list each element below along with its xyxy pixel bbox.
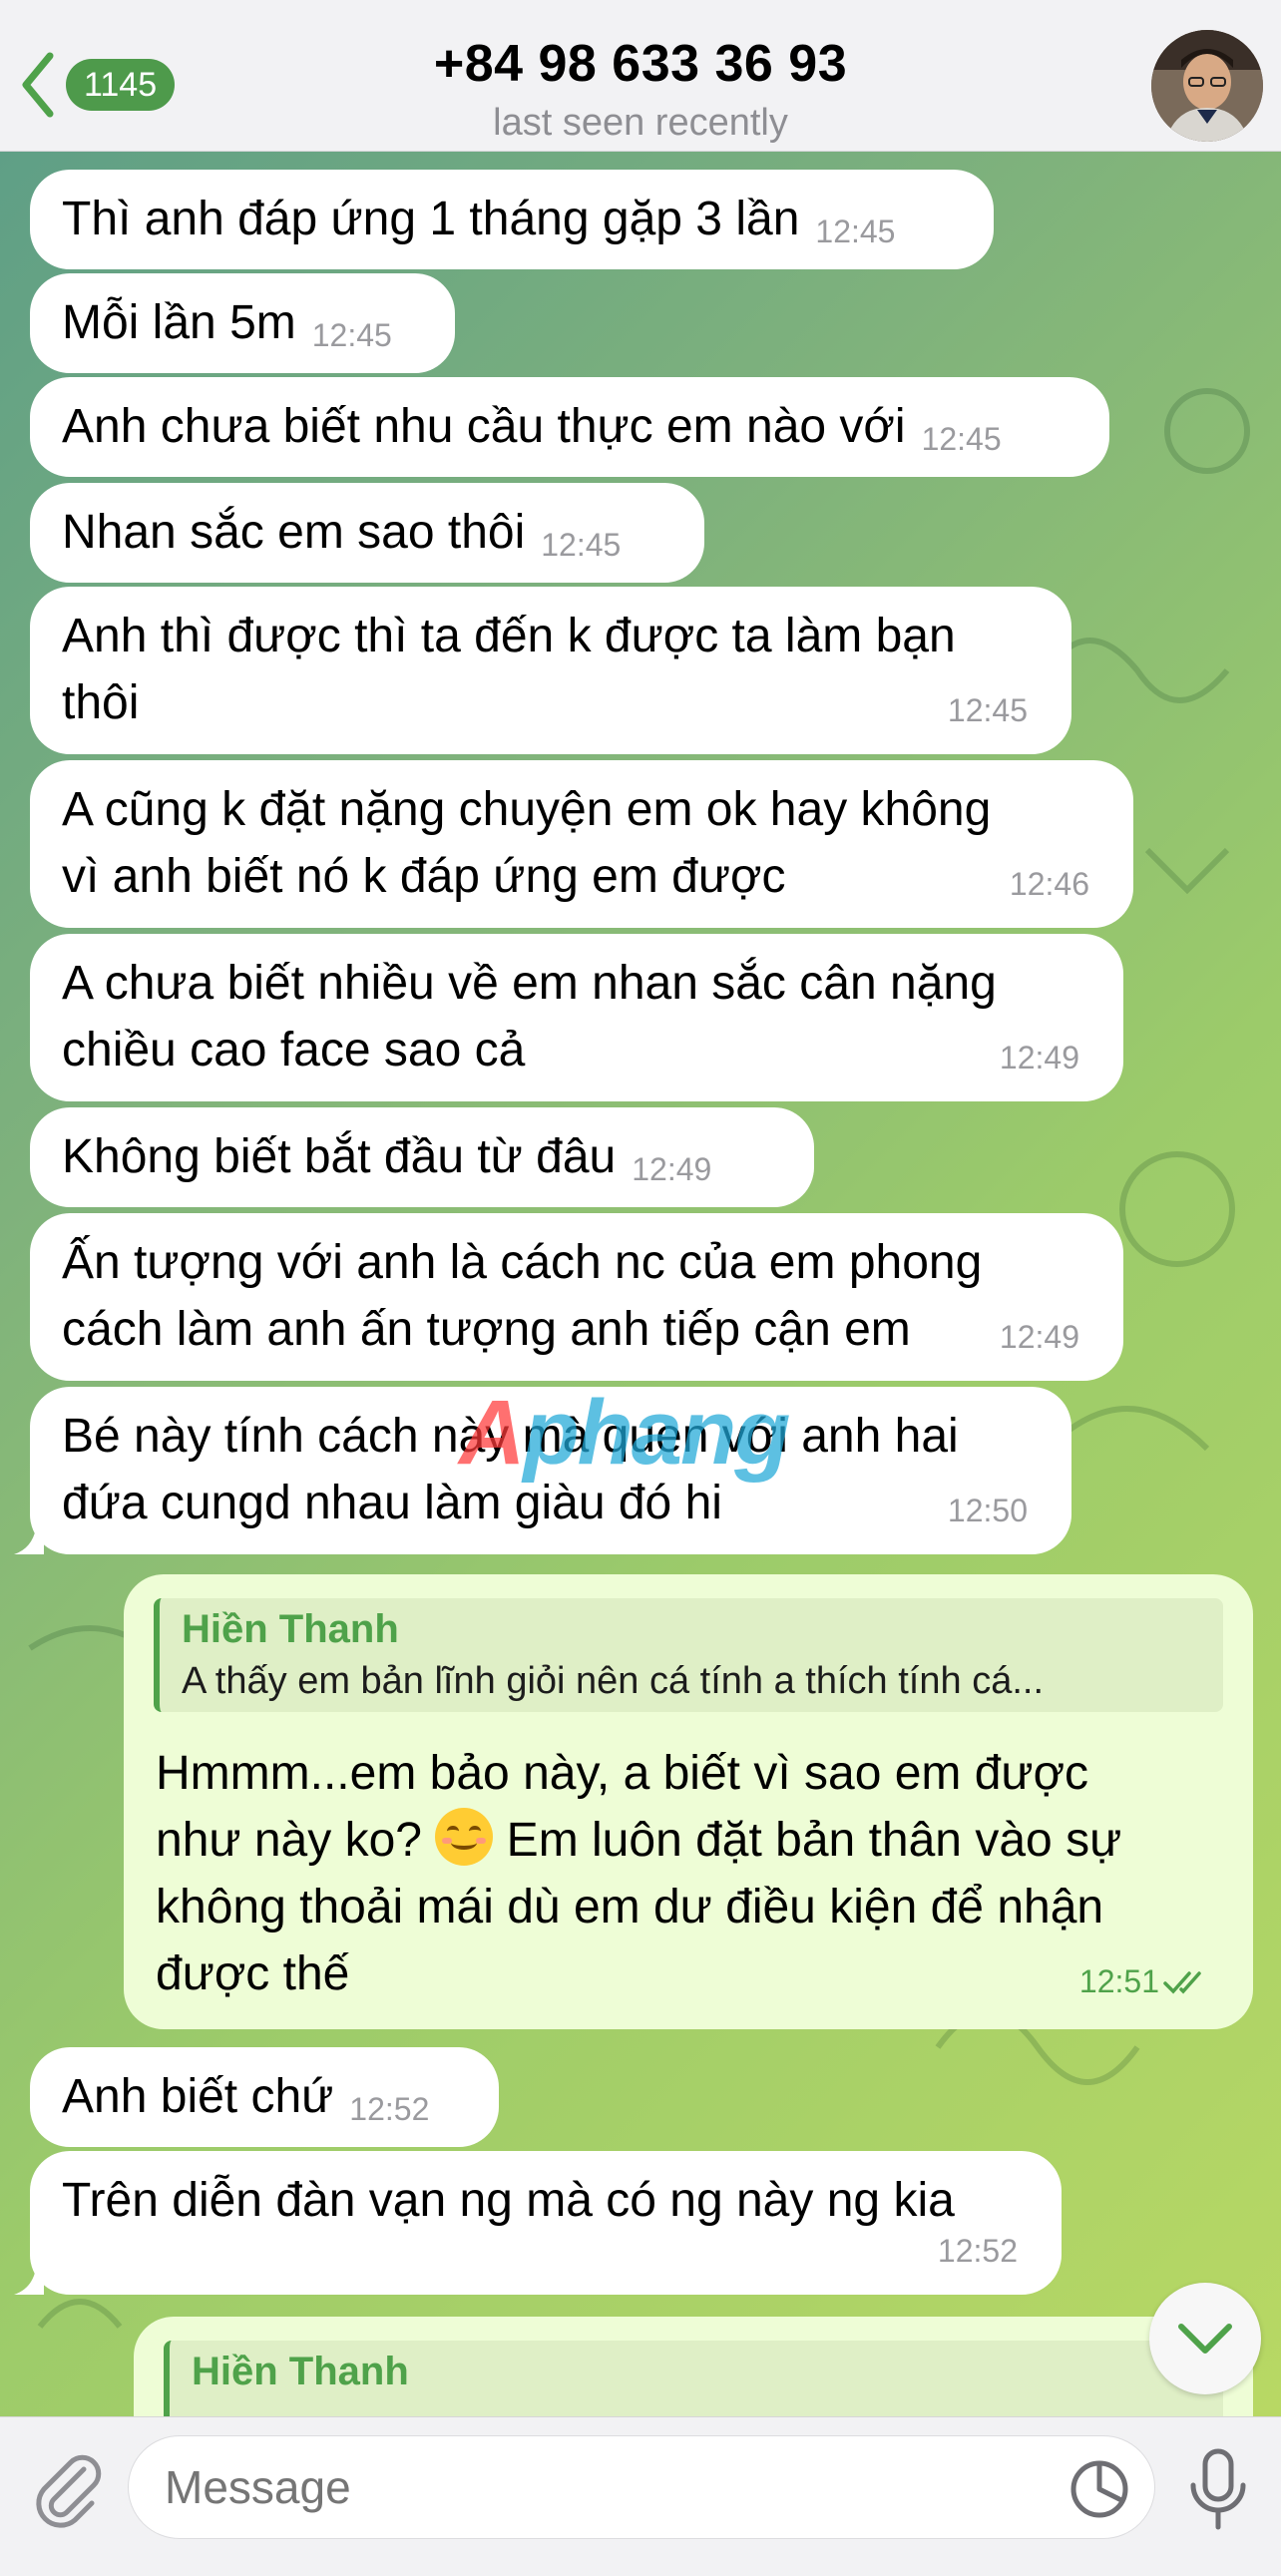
- incoming-message[interactable]: Anh chưa biết nhu cầu thực em nào với 12:…: [30, 377, 1109, 477]
- outgoing-message[interactable]: Hiền Thanh A thấy em bản lĩnh giỏi nên c…: [124, 1574, 1253, 2029]
- message-time: 12:45: [815, 214, 896, 249]
- reply-preview[interactable]: Hiền Thanh A thấy em bản lĩnh giỏi nên c…: [154, 1598, 1223, 1712]
- incoming-message[interactable]: Không biết bắt đầu từ đâu 12:49: [30, 1107, 814, 1207]
- message-text: Không biết bắt đầu từ đâu: [62, 1130, 617, 1183]
- message-time: 12:50: [947, 1493, 1028, 1528]
- message-text-line: Em luôn đặt bản thân vào sự: [506, 1814, 1122, 1867]
- reply-author: Hiền Thanh: [192, 2350, 409, 2393]
- chat-title-block[interactable]: +84 98 633 36 93 last seen recently: [299, 34, 982, 145]
- message-text-line: A cũng k đặt nặng chuyện em ok hay không: [62, 783, 992, 836]
- message-text: Nhan sắc em sao thôi: [62, 506, 526, 559]
- microphone-icon[interactable]: [1183, 2445, 1253, 2533]
- sticker-icon[interactable]: [1068, 2457, 1131, 2521]
- message-time: 12:45: [921, 421, 1002, 457]
- message-text-line: A chưa biết nhiều về em nhan sắc cân nặn…: [62, 957, 997, 1010]
- message-time: 12:45: [311, 317, 392, 353]
- message-text-line: chiều cao face sao cả: [62, 1024, 526, 1076]
- message-text: Anh chưa biết nhu cầu thực em nào với: [62, 400, 906, 453]
- incoming-message[interactable]: Ấn tượng với anh là cách nc của em phong…: [30, 1213, 1123, 1381]
- incoming-message[interactable]: Mỗi lần 5m 12:45: [30, 273, 455, 373]
- chat-header: 1145 +84 98 633 36 93 last seen recently: [0, 0, 1281, 152]
- message-time: 12:46: [1009, 866, 1089, 902]
- message-time: 12:49: [632, 1151, 712, 1187]
- profile-photo-icon: [1151, 30, 1263, 142]
- message-time: 12:49: [999, 1319, 1079, 1355]
- message-text-line: như này ko?: [156, 1814, 422, 1867]
- message-time: 12:52: [349, 2091, 430, 2127]
- chat-title: +84 98 633 36 93: [433, 35, 848, 93]
- message-time: 12:45: [541, 527, 622, 563]
- scroll-down-button[interactable]: [1149, 2283, 1261, 2394]
- watermark: Aphang: [459, 1382, 790, 1484]
- chat-status: last seen recently: [493, 102, 788, 144]
- bubble-tail: [14, 2269, 44, 2295]
- message-text: Anh biết chứ: [62, 2070, 334, 2123]
- incoming-message[interactable]: Trên diễn đàn vạn ng mà có ng này ng kia…: [30, 2151, 1062, 2295]
- message-input[interactable]: [128, 2435, 1155, 2539]
- message-text-line: cách làm anh ấn tượng anh tiếp cận em: [62, 1303, 911, 1356]
- chevron-left-icon: [22, 52, 54, 118]
- chevron-down-icon: [1178, 2324, 1232, 2354]
- smiling-face-icon: [435, 1808, 494, 1866]
- composer-bar: [0, 2416, 1281, 2576]
- message-time: 12:49: [999, 1040, 1079, 1075]
- incoming-message[interactable]: Anh thì được thì ta đến k được ta làm bạ…: [30, 587, 1071, 754]
- message-text-line: Trên diễn đàn vạn ng mà có ng này ng kia: [62, 2174, 955, 2227]
- message-text-line: được thế: [156, 1947, 350, 2000]
- unread-count-badge: 1145: [66, 59, 176, 111]
- paperclip-icon[interactable]: [28, 2449, 108, 2529]
- reply-text: A thấy em bản lĩnh giỏi nên cá tính a th…: [182, 1660, 1044, 1702]
- message-text-line: vì anh biết nó k đáp ứng em được: [62, 850, 786, 903]
- bubble-tail: [14, 1528, 44, 1554]
- message-list[interactable]: Thì anh đáp ứng 1 tháng gặp 3 lần 12:45 M…: [0, 152, 1281, 2416]
- reply-author: Hiền Thanh: [182, 1607, 399, 1651]
- message-text: Thì anh đáp ứng 1 tháng gặp 3 lần: [62, 193, 800, 245]
- incoming-message[interactable]: Anh biết chứ 12:52: [30, 2047, 499, 2147]
- avatar[interactable]: [1151, 30, 1263, 142]
- incoming-message[interactable]: A chưa biết nhiều về em nhan sắc cân nặn…: [30, 934, 1123, 1101]
- message-time: 12:45: [947, 692, 1028, 728]
- message-text: Mỗi lần 5m: [62, 296, 296, 349]
- outgoing-message[interactable]: Hiền Thanh: [134, 2317, 1253, 2416]
- message-text-line: Anh thì được thì ta đến k được ta làm bạ…: [62, 610, 956, 662]
- double-check-icon: [1163, 1970, 1201, 1994]
- message-time: 12:52: [937, 2233, 1018, 2269]
- message-time: 12:51: [1079, 1948, 1209, 2015]
- message-text-line: không thoải mái dù em dư điều kiện để nh…: [156, 1881, 1104, 1933]
- reply-preview[interactable]: Hiền Thanh: [164, 2341, 1223, 2416]
- message-text-line: Hmmm...em bảo này, a biết vì sao em được: [156, 1747, 1089, 1800]
- message-text-line: thôi: [62, 676, 140, 729]
- back-button[interactable]: 1145: [18, 50, 198, 120]
- message-text-line: Ấn tượng với anh là cách nc của em phong: [62, 1236, 983, 1289]
- incoming-message[interactable]: Nhan sắc em sao thôi 12:45: [30, 483, 704, 583]
- incoming-message[interactable]: A cũng k đặt nặng chuyện em ok hay không…: [30, 760, 1133, 928]
- incoming-message[interactable]: Thì anh đáp ứng 1 tháng gặp 3 lần 12:45: [30, 170, 994, 269]
